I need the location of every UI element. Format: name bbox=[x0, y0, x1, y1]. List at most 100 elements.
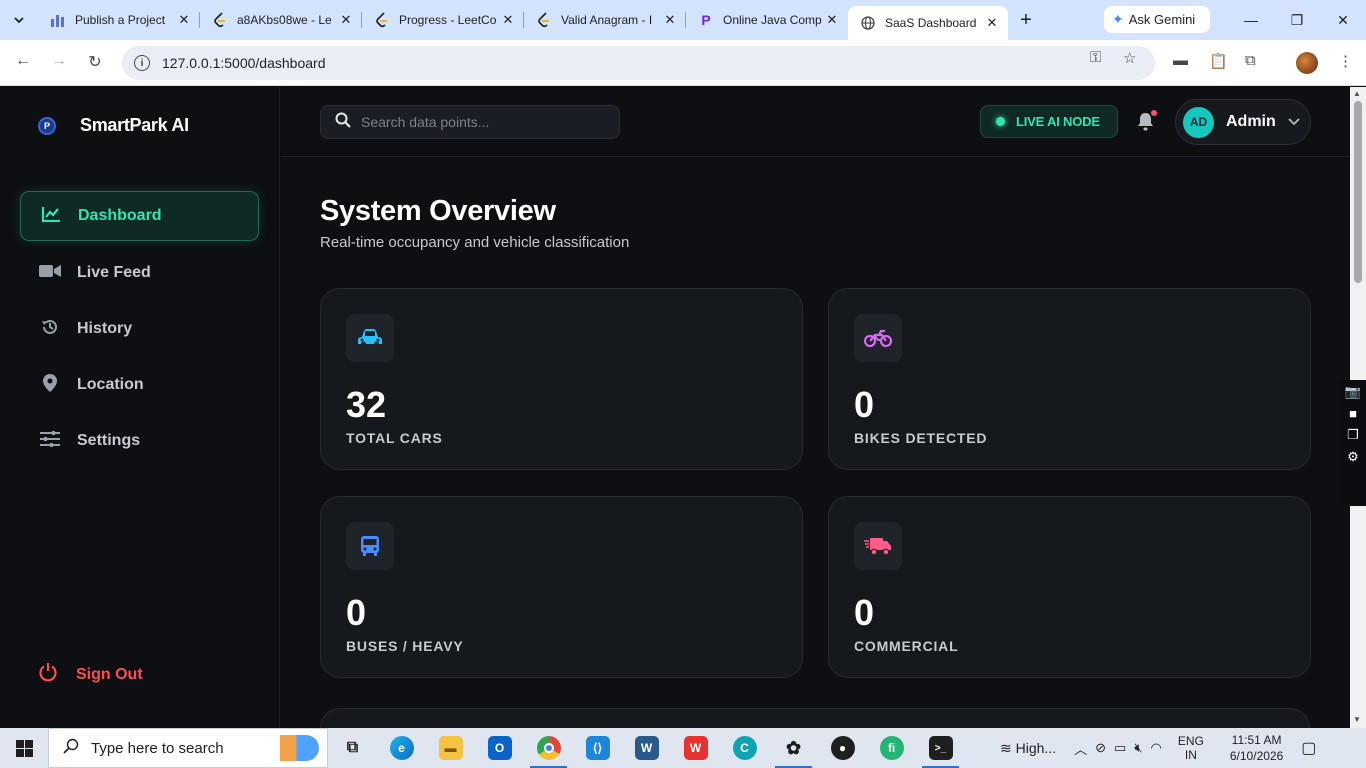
chrome-icon[interactable] bbox=[524, 728, 573, 768]
video-camera-icon[interactable]: ■ bbox=[1349, 406, 1357, 421]
gemini-label: Ask Gemini bbox=[1128, 12, 1196, 27]
mysql-workbench-icon[interactable]: W bbox=[622, 728, 671, 768]
vscode-icon[interactable]: ⟨⟩ bbox=[573, 728, 622, 768]
stat-value: 0 bbox=[346, 592, 367, 633]
info-icon[interactable]: i bbox=[134, 55, 150, 71]
cast-icon[interactable]: ▬ bbox=[1173, 52, 1188, 69]
browser-tab[interactable]: Publish a Project ✕ bbox=[38, 0, 200, 40]
edge-icon[interactable]: e bbox=[377, 728, 426, 768]
clipboard-icon[interactable]: 📋 bbox=[1209, 52, 1228, 70]
search-input[interactable] bbox=[361, 114, 601, 130]
browser-tab-active[interactable]: SaaS Dashboard ✕ bbox=[848, 6, 1008, 40]
weather-widget[interactable]: ≋ High... bbox=[1000, 740, 1056, 757]
terminal-icon[interactable]: >_ bbox=[916, 728, 965, 768]
stat-card-bikes: 0 BIKES DETECTED bbox=[828, 288, 1311, 470]
close-window-button[interactable]: ✕ bbox=[1320, 0, 1366, 40]
system-tray: ≋ High... ︿ ⊘ ▭ 🔇︎ ◠ ENG IN 11:51 AM 6/1… bbox=[1000, 728, 1320, 768]
window-icon[interactable]: ❐ bbox=[1347, 427, 1359, 443]
wps-office-icon[interactable]: W bbox=[671, 728, 720, 768]
user-menu[interactable]: AD Admin bbox=[1175, 99, 1311, 145]
task-view-icon[interactable]: ⧉ bbox=[328, 728, 377, 768]
extensions-icon[interactable]: ⧉ bbox=[1245, 52, 1256, 69]
bus-icon bbox=[346, 522, 394, 570]
stat-card-cars: 32 TOTAL CARS bbox=[320, 288, 803, 470]
new-tab-button[interactable]: + bbox=[1008, 9, 1044, 32]
sign-out-button[interactable]: Sign Out bbox=[38, 662, 143, 687]
url-text[interactable]: 127.0.0.1:5000/dashboard bbox=[162, 55, 325, 71]
omnibox[interactable]: i 127.0.0.1:5000/dashboard bbox=[122, 46, 1155, 80]
floating-capture-widget: 📷 ■ ❐ ⚙ bbox=[1340, 380, 1366, 506]
battery-icon[interactable]: ▭ bbox=[1114, 740, 1126, 756]
sidebar-item-dashboard[interactable]: Dashboard bbox=[20, 191, 259, 241]
close-icon[interactable]: ✕ bbox=[176, 12, 192, 28]
star-icon[interactable]: ☆ bbox=[1123, 49, 1136, 67]
close-icon[interactable]: ✕ bbox=[824, 12, 840, 28]
brand-name: SmartPark AI bbox=[80, 115, 189, 135]
sidebar-item-settings[interactable]: Settings bbox=[20, 416, 259, 466]
app-wave-icon[interactable]: C bbox=[720, 728, 769, 768]
browser-tab[interactable]: Valid Anagram - I ✕ bbox=[524, 0, 686, 40]
close-icon[interactable]: ✕ bbox=[500, 12, 516, 28]
taskbar-search-text: Type here to search bbox=[91, 739, 224, 757]
back-arrow-icon[interactable]: ← bbox=[11, 52, 35, 74]
windows-start-icon[interactable] bbox=[0, 728, 48, 768]
chevron-down-icon bbox=[1288, 115, 1300, 129]
close-icon[interactable]: ✕ bbox=[338, 12, 354, 28]
truck-icon bbox=[854, 522, 902, 570]
taskbar-search[interactable]: Type here to search bbox=[48, 728, 328, 768]
more-vertical-icon[interactable]: ⋮ bbox=[1338, 52, 1353, 70]
scrollbar-thumb[interactable] bbox=[1354, 101, 1362, 283]
profile-avatar[interactable] bbox=[1296, 52, 1318, 74]
volume-muted-icon[interactable]: 🔇︎ bbox=[1134, 740, 1142, 756]
stat-value: 0 bbox=[854, 592, 875, 633]
close-icon[interactable]: ✕ bbox=[984, 15, 1000, 31]
sidebar-item-live-feed[interactable]: Live Feed bbox=[20, 248, 259, 298]
browser-tab-bar: Publish a Project ✕ a8AKbs08we - Le ✕ Pr… bbox=[0, 0, 1366, 40]
wifi-icon[interactable]: ◠ bbox=[1151, 740, 1162, 756]
motorcycle-icon bbox=[854, 314, 902, 362]
outlook-icon[interactable]: O bbox=[475, 728, 524, 768]
close-icon[interactable]: ✕ bbox=[662, 12, 678, 28]
app-root: P SmartPark AI Dashboard Live Feed Histo… bbox=[0, 87, 1350, 728]
notification-center-icon[interactable]: ▢ bbox=[1301, 738, 1316, 758]
browser-tab[interactable]: Progress - LeetCo ✕ bbox=[362, 0, 524, 40]
key-icon[interactable]: ⚿ bbox=[1090, 49, 1101, 66]
stat-value: 0 bbox=[854, 384, 875, 425]
network-off-icon[interactable]: ⊘ bbox=[1095, 740, 1106, 756]
github-icon[interactable]: ● bbox=[818, 728, 867, 768]
chart-line-icon bbox=[40, 206, 62, 227]
reload-icon[interactable]: ↻ bbox=[83, 52, 107, 74]
sidebar-item-location[interactable]: Location bbox=[20, 360, 259, 410]
clock[interactable]: 11:51 AM 6/10/2026 bbox=[1230, 732, 1283, 764]
stat-label: BUSES / HEAVY bbox=[346, 638, 464, 654]
forward-arrow-icon[interactable]: → bbox=[47, 52, 71, 74]
map-pin-icon bbox=[39, 373, 61, 397]
windows-taskbar: Type here to search ⧉ e ▬ O ⟨⟩ W W C ✿ ●… bbox=[0, 728, 1366, 768]
restore-button[interactable]: ❐ bbox=[1274, 0, 1320, 40]
top-header: LIVE AI NODE AD Admin bbox=[281, 87, 1350, 157]
address-bar-row: ← → ↻ i 127.0.0.1:5000/dashboard ⚿ ☆ ▬ 📋… bbox=[0, 40, 1366, 86]
chevron-up-icon[interactable]: ︿ bbox=[1074, 739, 1087, 758]
freelancer-icon[interactable]: fi bbox=[867, 728, 916, 768]
stat-label: BIKES DETECTED bbox=[854, 430, 988, 446]
scroll-up-arrow-icon[interactable]: ▲ bbox=[1353, 89, 1361, 98]
gear-icon[interactable]: ⚙ bbox=[1347, 449, 1359, 465]
notification-bell-icon[interactable] bbox=[1137, 110, 1157, 136]
camera-icon[interactable]: 📷 bbox=[1345, 384, 1361, 400]
browser-tab[interactable]: P Online Java Comp ✕ bbox=[686, 0, 848, 40]
language-indicator[interactable]: ENG IN bbox=[1178, 734, 1204, 762]
scroll-down-arrow-icon[interactable]: ▼ bbox=[1353, 715, 1361, 724]
minimize-button[interactable]: — bbox=[1228, 0, 1274, 40]
chatgpt-icon[interactable]: ✿ bbox=[769, 728, 818, 768]
file-explorer-icon[interactable]: ▬ bbox=[426, 728, 475, 768]
sidebar-item-history[interactable]: History bbox=[20, 304, 259, 354]
lang-top: ENG bbox=[1177, 734, 1204, 748]
sidebar-item-label: Location bbox=[77, 376, 144, 393]
tab-search-button[interactable] bbox=[0, 0, 38, 40]
search-box[interactable] bbox=[320, 105, 620, 139]
search-icon bbox=[63, 738, 79, 759]
live-label: LIVE AI NODE bbox=[1016, 114, 1100, 129]
sidebar-item-label: History bbox=[77, 320, 133, 337]
browser-tab[interactable]: a8AKbs08we - Le ✕ bbox=[200, 0, 362, 40]
ask-gemini-button[interactable]: ✦ Ask Gemini bbox=[1104, 6, 1210, 33]
